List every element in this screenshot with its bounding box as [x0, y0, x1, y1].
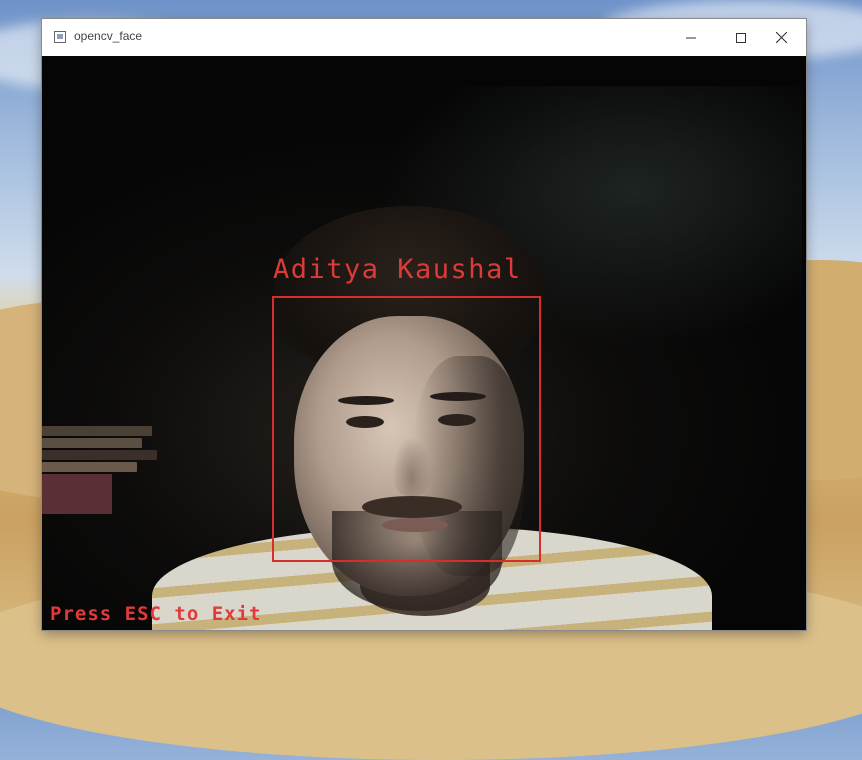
- close-button[interactable]: [758, 19, 804, 56]
- bookshelf: [42, 426, 162, 536]
- minimize-icon: [686, 37, 696, 38]
- opencv-window: opencv_face Aditya Kaushal Press ESC to …: [42, 19, 806, 630]
- maximize-icon: [736, 32, 746, 43]
- face-detection-box: [272, 296, 541, 562]
- app-icon: [54, 31, 66, 43]
- face-name-label: Aditya Kaushal: [273, 254, 522, 285]
- window-title: opencv_face: [74, 29, 143, 43]
- exit-instruction: Press ESC to Exit: [50, 603, 262, 625]
- title-bar[interactable]: opencv_face: [42, 19, 806, 56]
- close-icon: [775, 32, 787, 43]
- webcam-feed: Aditya Kaushal Press ESC to Exit: [42, 56, 806, 630]
- minimize-button[interactable]: [668, 19, 714, 56]
